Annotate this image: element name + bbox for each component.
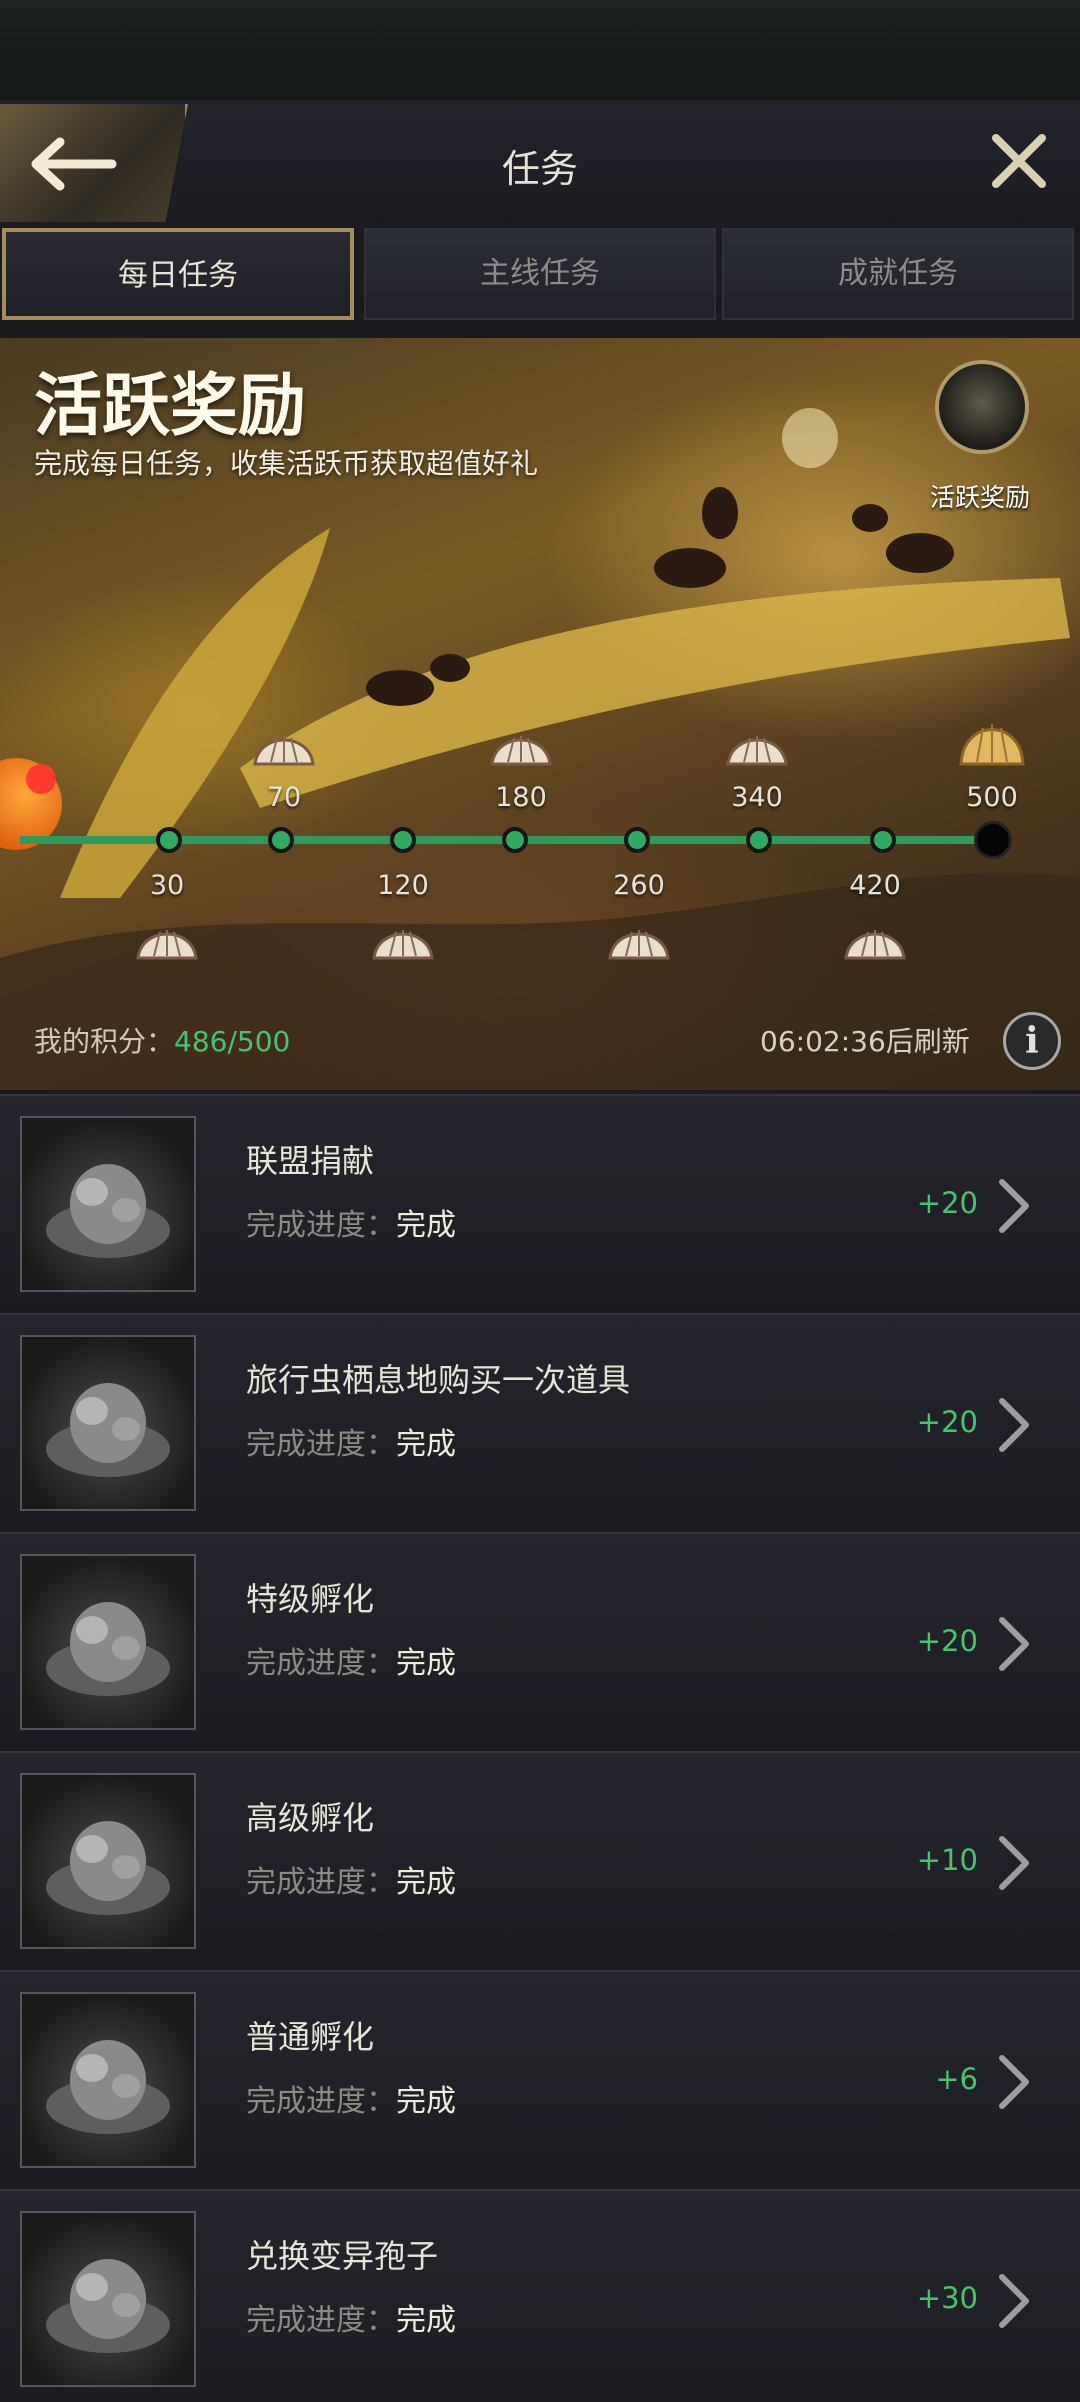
shell-reward-icon[interactable] bbox=[606, 916, 672, 966]
task-progress: 完成进度：完成 bbox=[246, 1200, 456, 1244]
tab-bar: 每日任务 主线任务 成就任务 bbox=[0, 225, 1080, 325]
progress-label: 完成进度： bbox=[246, 1427, 396, 1462]
task-points: +6 bbox=[935, 2062, 978, 2096]
task-points: +20 bbox=[916, 1405, 978, 1439]
close-icon[interactable] bbox=[988, 130, 1050, 192]
progress-value: 完成 bbox=[396, 2303, 456, 2338]
progress-label: 完成进度： bbox=[246, 1646, 396, 1681]
chevron-right-icon[interactable] bbox=[996, 1835, 1032, 1891]
golden-shell-reward-icon[interactable] bbox=[957, 710, 1027, 772]
tab-achievement[interactable]: 成就任务 bbox=[722, 228, 1074, 320]
refresh-timer: 06:02:36后刷新 bbox=[760, 1025, 970, 1058]
milestone-label: 340 bbox=[731, 782, 783, 813]
milestone-node-30 bbox=[156, 827, 182, 853]
milestone-label: 120 bbox=[377, 870, 429, 901]
task-title: 旅行虫栖息地购买一次道具 bbox=[246, 1361, 631, 1399]
shell-reward-icon[interactable] bbox=[370, 916, 436, 966]
milestone-label: 180 bbox=[495, 782, 547, 813]
shell-reward-icon[interactable] bbox=[488, 722, 554, 772]
progress-label: 完成进度： bbox=[246, 2084, 396, 2119]
progress-label: 完成进度： bbox=[246, 2303, 396, 2338]
shell-reward-icon[interactable] bbox=[842, 916, 908, 966]
task-points: +10 bbox=[916, 1843, 978, 1877]
chevron-right-icon[interactable] bbox=[996, 2054, 1032, 2110]
milestone-node-340 bbox=[746, 827, 772, 853]
task-progress: 完成进度：完成 bbox=[246, 2295, 456, 2339]
task-progress: 完成进度：完成 bbox=[246, 1857, 456, 1901]
milestone-node-500 bbox=[974, 821, 1012, 859]
alliance-donation-icon bbox=[20, 1116, 196, 1292]
shell-reward-icon[interactable] bbox=[251, 722, 317, 772]
task-row[interactable]: 高级孵化完成进度：完成 +10 bbox=[0, 1751, 1080, 1964]
chevron-right-icon[interactable] bbox=[996, 1178, 1032, 1234]
info-icon[interactable]: i bbox=[1003, 1012, 1061, 1070]
task-title: 联盟捐献 bbox=[246, 1142, 375, 1180]
task-row[interactable]: 普通孵化完成进度：完成 +6 bbox=[0, 1970, 1080, 2183]
task-row[interactable]: 旅行虫栖息地购买一次道具 完成进度：完成 +20 bbox=[0, 1313, 1080, 1526]
task-progress: 完成进度：完成 bbox=[246, 1419, 456, 1463]
progress-label: 完成进度： bbox=[246, 1865, 396, 1900]
task-points: +20 bbox=[916, 1624, 978, 1658]
task-title: 特级孵化 bbox=[246, 1580, 375, 1618]
task-progress: 完成进度：完成 bbox=[246, 1638, 456, 1682]
tab-daily[interactable]: 每日任务 bbox=[2, 228, 354, 320]
task-row[interactable]: 特级孵化完成进度：完成 +20 bbox=[0, 1532, 1080, 1745]
hatchery-icon bbox=[20, 1773, 196, 1949]
chevron-right-icon[interactable] bbox=[996, 2273, 1032, 2329]
progress-value: 完成 bbox=[396, 2084, 456, 2119]
shell-reward-icon[interactable] bbox=[134, 916, 200, 966]
task-row[interactable]: 兑换变异孢子 完成进度：完成 +30 bbox=[0, 2189, 1080, 2402]
progress-value: 完成 bbox=[396, 1208, 456, 1243]
milestone-node-420 bbox=[870, 827, 896, 853]
score-display: 我的积分：486/500 bbox=[34, 1020, 290, 1060]
milestone-label: 70 bbox=[266, 782, 302, 813]
hatchery-icon bbox=[20, 1992, 196, 2168]
task-points: +20 bbox=[916, 1186, 978, 1220]
banner-subtitle: 完成每日任务，收集活跃币获取超值好礼 bbox=[34, 447, 539, 480]
progress-value: 完成 bbox=[396, 1427, 456, 1462]
milestone-node-120 bbox=[390, 827, 416, 853]
score-label: 我的积分： bbox=[34, 1025, 175, 1058]
mutant-spore-icon bbox=[20, 2211, 196, 2387]
chevron-right-icon[interactable] bbox=[996, 1397, 1032, 1453]
hatchery-icon bbox=[20, 1554, 196, 1730]
task-title: 高级孵化 bbox=[246, 1799, 375, 1837]
milestone-node-70 bbox=[268, 827, 294, 853]
progress-value: 完成 bbox=[396, 1865, 456, 1900]
milestone-label: 420 bbox=[849, 870, 901, 901]
milestone-label: 30 bbox=[149, 870, 185, 901]
mushroom-habitat-icon bbox=[20, 1335, 196, 1511]
activity-reward-banner: 活跃奖励 完成每日任务，收集活跃币获取超值好礼 活跃奖励 70 180 340 … bbox=[0, 338, 1080, 1090]
page-title: 任务 bbox=[501, 147, 578, 191]
header: 任务 bbox=[0, 100, 1080, 225]
banner-title: 活跃奖励 bbox=[34, 367, 307, 446]
progress-value: 完成 bbox=[396, 1646, 456, 1681]
milestone-label: 260 bbox=[613, 870, 665, 901]
score-value: 486/500 bbox=[174, 1025, 291, 1058]
badge-label: 活跃奖励 bbox=[930, 483, 1031, 512]
task-title: 兑换变异孢子 bbox=[246, 2237, 439, 2275]
activity-reward-badge-icon[interactable] bbox=[935, 360, 1029, 454]
task-progress: 完成进度：完成 bbox=[246, 2076, 456, 2120]
shell-reward-icon[interactable] bbox=[724, 722, 790, 772]
status-bar bbox=[0, 0, 1080, 100]
tab-main[interactable]: 主线任务 bbox=[364, 228, 716, 320]
notification-dot-icon bbox=[26, 764, 56, 794]
milestone-label: 500 bbox=[966, 782, 1018, 813]
progress-label: 完成进度： bbox=[246, 1208, 396, 1243]
task-title: 普通孵化 bbox=[246, 2018, 375, 2056]
milestone-node-180 bbox=[502, 827, 528, 853]
task-points: +30 bbox=[916, 2281, 978, 2315]
milestone-node-260 bbox=[624, 827, 650, 853]
task-row[interactable]: 联盟捐献完成进度：完成 +20 bbox=[0, 1094, 1080, 1307]
chevron-right-icon[interactable] bbox=[996, 1616, 1032, 1672]
